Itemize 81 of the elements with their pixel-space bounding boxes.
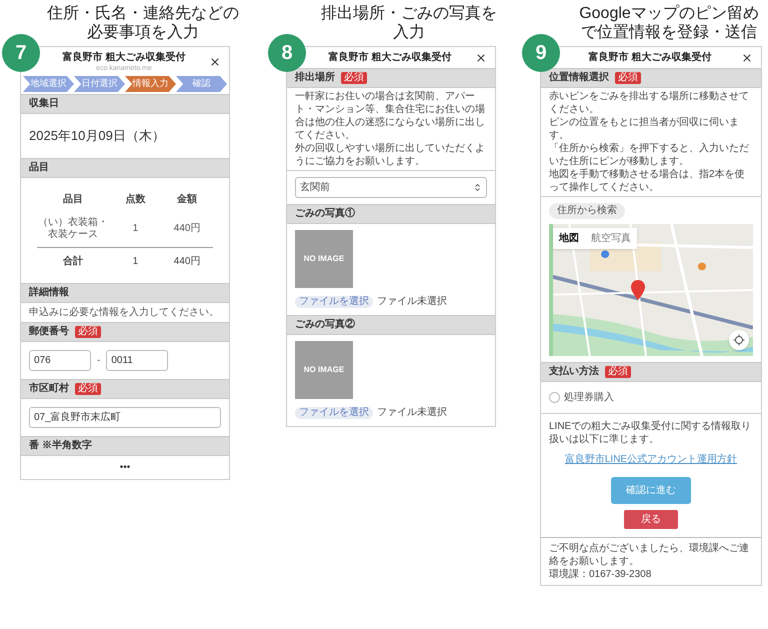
progress-step: 日付選択 — [74, 76, 125, 92]
progress-step: 確認 — [176, 76, 227, 92]
close-icon[interactable] — [475, 52, 487, 64]
step-heading-line: 入力 — [393, 23, 425, 42]
map-type-tab[interactable]: 航空写真 — [585, 228, 637, 249]
image-preview-field[interactable]: NO IMAGE — [295, 230, 353, 288]
section-label: ごみの写真① — [295, 207, 355, 221]
separator-text: - — [97, 354, 100, 368]
no-image-text: NO IMAGE — [304, 364, 344, 376]
select-arrow-icon — [473, 183, 482, 192]
section-label: 品目 — [29, 161, 49, 175]
confirm-button[interactable]: 確認に進む — [611, 477, 691, 504]
step-number-badge: 7 — [2, 34, 40, 72]
description-text: ピンの位置をもとに担当者が回収に伺います。 — [549, 116, 740, 142]
table-cell-text: 1 — [132, 222, 140, 236]
total-cell-text: 1 — [132, 255, 140, 269]
location-select[interactable]: 玄関前 — [295, 177, 487, 198]
map-pin-icon — [631, 280, 645, 300]
section-label: ごみの写真② — [295, 318, 355, 332]
description-text: ご不明な点がございましたら、環境課へご連絡をお願いします。 — [549, 542, 750, 568]
section-label: 市区町村 — [29, 382, 69, 396]
column-header: 品目 — [62, 192, 84, 207]
section-label: 郵便番号 — [29, 325, 69, 339]
step-heading-line: で位置情報を登録・送信 — [581, 23, 757, 42]
description-text: 「住所から検索」を押下すると、入力いただいた住所にピンが移動します。 — [549, 142, 750, 168]
date-value: 2025年10月09日（木） — [29, 128, 165, 143]
section-label: 位置情報選択 — [549, 71, 609, 85]
note-text: 申込みに必要な情報を入力してください。 — [29, 306, 220, 320]
description-text: 一軒家にお住いの場合は玄関前、アパート・マンション等、集合住宅にお住いの場合は他の住人の迷惑にならない場所に出してください。 — [295, 90, 486, 142]
step-number-badge: 9 — [522, 34, 560, 72]
description-text: 地図を手動で移動させる場合は、指2本を使って操作してください。 — [549, 168, 746, 194]
file-status: ファイル未選択 — [377, 294, 447, 309]
progress-step: 情報入力 — [125, 76, 176, 92]
crosshair-icon — [733, 334, 745, 346]
table-cell-text: 440円 — [172, 222, 202, 236]
description-text: 赤いピンをごみを排出する場所に移動させてください。 — [549, 90, 750, 116]
table-cell-text: （い）衣装箱・衣装ケース — [37, 216, 110, 242]
map[interactable]: 地図 航空写真 — [549, 224, 753, 356]
column-header: 点数 — [124, 192, 146, 207]
section-label: 詳細情報 — [29, 286, 69, 300]
screen-title: 富良野市 粗大ごみ収集受付 — [62, 50, 186, 64]
back-button[interactable]: 戻る — [624, 510, 678, 529]
description-text: 外の回収しやすい場所に出していただくようにご協力をお願いします。 — [295, 142, 486, 168]
section-label: 収集日 — [29, 97, 59, 111]
step-heading-line: 必要事項を入力 — [87, 23, 199, 42]
radio-label: 処理券購入 — [564, 390, 614, 405]
close-icon[interactable] — [741, 52, 753, 64]
total-cell-text: 合計 — [62, 254, 84, 269]
required-badge: 必須 — [605, 366, 631, 378]
city-field[interactable]: 07_富良野市末広町 — [29, 407, 221, 428]
choose-file-button[interactable]: ファイルを選択 — [295, 296, 373, 308]
map-type-tab[interactable]: 地図 — [553, 228, 585, 249]
required-badge: 必須 — [75, 383, 101, 395]
address-search-button[interactable]: 住所から検索 — [549, 203, 625, 219]
section-label: 支払い方法 — [549, 365, 599, 379]
postal-code-field[interactable]: 076 — [29, 350, 91, 371]
choose-file-button[interactable]: ファイルを選択 — [295, 406, 373, 418]
required-badge: 必須 — [341, 72, 367, 84]
section-label: 番 ※半角数字 — [29, 439, 92, 453]
screen-title: 富良野市 粗大ごみ収集受付 — [588, 50, 712, 65]
screen-title: 富良野市 粗大ごみ収集受付 — [328, 50, 452, 65]
postal-code-field[interactable]: 0011 — [106, 350, 168, 371]
policy-link[interactable]: 富良野市LINE公式アカウント運用方針 — [564, 452, 738, 467]
step-number-badge: 8 — [268, 34, 306, 72]
step-heading-line: Googleマップのピン留め — [579, 4, 759, 23]
required-badge: 必須 — [615, 72, 641, 84]
step-heading-line: 排出場所・ごみの写真を — [321, 4, 497, 23]
step-heading-line: 住所・氏名・連絡先などの — [47, 4, 239, 23]
column-header: 金額 — [176, 192, 198, 207]
radio-button[interactable] — [549, 392, 560, 403]
description-text: 環境課：0167-39-2308 — [549, 568, 652, 581]
image-preview-field[interactable]: NO IMAGE — [295, 341, 353, 399]
close-icon[interactable] — [209, 56, 221, 68]
section-label: 排出場所 — [295, 71, 335, 85]
required-badge: 必須 — [75, 326, 101, 338]
privacy-text: LINEでの粗大ごみ収集受付に関する情報取り扱いは以下に準じます。 — [549, 420, 752, 446]
file-status: ファイル未選択 — [377, 406, 447, 420]
progress-step: 地域選択 — [23, 76, 74, 92]
more-dots: ••• — [120, 461, 130, 475]
total-cell-text: 440円 — [172, 255, 202, 269]
no-image-text: NO IMAGE — [304, 253, 344, 265]
